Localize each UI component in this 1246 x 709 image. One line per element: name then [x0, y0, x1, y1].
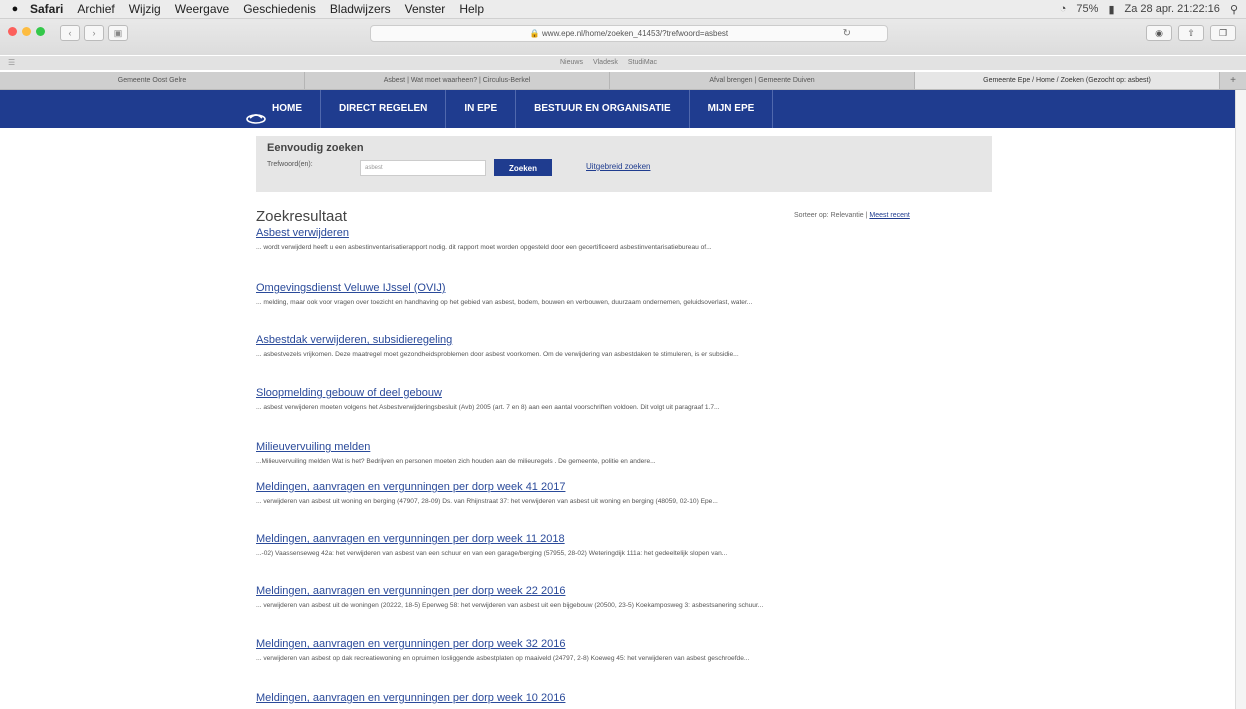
result-item: Milieuvervuiling melden ...Milieuvervuil…	[256, 441, 996, 467]
tab-epe-search[interactable]: Gemeente Epe / Home / Zoeken (Gezocht op…	[915, 72, 1220, 89]
extension-icon[interactable]: ◉	[1146, 25, 1172, 41]
result-snippet: ... melding, maar ook voor vragen over t…	[256, 299, 753, 306]
nav-home[interactable]: HOME	[228, 90, 321, 128]
close-window-icon[interactable]	[8, 27, 17, 36]
result-snippet: ...Milieuvervuiling melden Wat is het? B…	[256, 458, 656, 465]
favorites-list: Nieuws Vladesk StudiMac	[560, 59, 657, 66]
mac-menubar: ● Safari Archief Wijzig Weergave Geschie…	[0, 0, 1246, 19]
favorite-item[interactable]: Vladesk	[593, 59, 618, 66]
sort-recent-link[interactable]: Meest recent	[869, 212, 909, 219]
favorites-bar: ☰ Nieuws Vladesk StudiMac	[0, 56, 1246, 70]
result-item: Meldingen, aanvragen en vergunningen per…	[256, 638, 996, 664]
back-button[interactable]: ‹	[60, 25, 80, 41]
battery-percentage: 75%	[1076, 3, 1099, 15]
results-heading: Zoekresultaat	[256, 208, 347, 225]
result-item: Asbestdak verwijderen, subsidieregeling …	[256, 334, 996, 360]
tab-bar: Gemeente Oost Gelre Asbest | Wat moet wa…	[0, 72, 1246, 90]
new-tab-button[interactable]: +	[1220, 72, 1246, 89]
clock[interactable]: Za 28 apr. 21:22:16	[1125, 3, 1220, 15]
nav-bestuur[interactable]: BESTUUR EN ORGANISATIE	[516, 90, 690, 128]
search-button[interactable]: Zoeken	[494, 159, 552, 176]
favorite-item[interactable]: Nieuws	[560, 59, 583, 66]
menu-weergave[interactable]: Weergave	[175, 2, 229, 16]
site-navigation: HOME DIRECT REGELEN IN EPE BESTUUR EN OR…	[0, 90, 1236, 128]
advanced-search-link[interactable]: Uitgebreid zoeken	[586, 162, 650, 171]
tab-duiven[interactable]: Afval brengen | Gemeente Duiven	[610, 72, 915, 89]
menu-geschiedenis[interactable]: Geschiedenis	[243, 2, 316, 16]
forward-button[interactable]: ›	[84, 25, 104, 41]
result-title-link[interactable]: Milieuvervuiling melden	[256, 441, 996, 454]
lock-icon: 🔒	[529, 29, 540, 38]
result-title-link[interactable]: Asbest verwijderen	[256, 227, 996, 240]
result-snippet: ... verwijderen van asbest op dak recrea…	[256, 655, 750, 662]
nav-home-label: HOME	[272, 103, 302, 114]
result-snippet: ... asbest verwijderen moeten volgens he…	[256, 404, 720, 411]
toolbar-right: ◉ ⇧ ❐	[1146, 25, 1236, 41]
result-item: Meldingen, aanvragen en vergunningen per…	[256, 533, 996, 559]
tab-oost-gelre[interactable]: Gemeente Oost Gelre	[0, 72, 305, 89]
zoom-window-icon[interactable]	[36, 27, 45, 36]
window-controls	[8, 27, 45, 36]
result-title-link[interactable]: Meldingen, aanvragen en vergunningen per…	[256, 585, 996, 598]
share-icon[interactable]: ⇧	[1178, 25, 1204, 41]
result-item: Meldingen, aanvragen en vergunningen per…	[256, 481, 996, 507]
wifi-icon[interactable]: ◔	[1060, 3, 1067, 15]
battery-icon[interactable]: ▮	[1108, 3, 1114, 16]
result-item: Meldingen, aanvragen en vergunningen per…	[256, 585, 996, 611]
search-panel-title: Eenvoudig zoeken	[267, 142, 364, 154]
result-item: Omgevingsdienst Veluwe IJssel (OVIJ) ...…	[256, 282, 996, 308]
browser-toolbar: ‹ › ▣ 🔒 www.epe.nl/home/zoeken_41453/?tr…	[0, 19, 1246, 55]
nav-mijn-epe[interactable]: MIJN EPE	[690, 90, 774, 128]
result-snippet: ... wordt verwijderd heeft u een asbesti…	[256, 244, 712, 251]
result-snippet: ... verwijderen van asbest uit de woning…	[256, 602, 764, 609]
tab-circulus-berkel[interactable]: Asbest | Wat moet waarheen? | Circulus-B…	[305, 72, 610, 89]
search-icon[interactable]: ⚲	[1230, 3, 1238, 16]
menu-venster[interactable]: Venster	[405, 2, 446, 16]
result-title-link[interactable]: Omgevingsdienst Veluwe IJssel (OVIJ)	[256, 282, 996, 295]
bookmarks-icon[interactable]: ☰	[8, 58, 15, 67]
result-title-link[interactable]: Meldingen, aanvragen en vergunningen per…	[256, 692, 996, 705]
epe-logo-icon	[246, 103, 266, 124]
apple-icon[interactable]: ●	[0, 3, 30, 15]
menu-bladwijzers[interactable]: Bladwijzers	[330, 2, 391, 16]
reload-icon[interactable]: ↻	[843, 26, 851, 41]
sort-controls: Sorteer op: Relevantie | Meest recent	[794, 212, 910, 219]
favorite-item[interactable]: StudiMac	[628, 59, 657, 66]
nav-direct-regelen[interactable]: DIRECT REGELEN	[321, 90, 447, 128]
tabs-overview-icon[interactable]: ❐	[1210, 25, 1236, 41]
nav-buttons: ‹ › ▣	[60, 25, 128, 41]
sidebar-toggle-button[interactable]: ▣	[108, 25, 128, 41]
result-title-link[interactable]: Meldingen, aanvragen en vergunningen per…	[256, 638, 996, 651]
menubar-status: ◔ 75% ▮ Za 28 apr. 21:22:16 ⚲	[1060, 0, 1238, 18]
result-item: Asbest verwijderen ... wordt verwijderd …	[256, 227, 996, 253]
menu-app[interactable]: Safari	[30, 2, 63, 16]
menu-help[interactable]: Help	[459, 2, 484, 16]
result-item: Meldingen, aanvragen en vergunningen per…	[256, 692, 996, 705]
result-snippet: ... verwijderen van asbest uit woning en…	[256, 498, 718, 505]
address-bar[interactable]: 🔒 www.epe.nl/home/zoeken_41453/?trefwoor…	[370, 25, 888, 42]
menu-wijzig[interactable]: Wijzig	[129, 2, 161, 16]
url-text: www.epe.nl/home/zoeken_41453/?trefwoord=…	[542, 29, 729, 38]
nav-in-epe[interactable]: IN EPE	[446, 90, 517, 128]
result-snippet: ... asbestvezels vrijkomen. Deze maatreg…	[256, 351, 739, 358]
sort-relevance[interactable]: Sorteer op: Relevantie |	[794, 212, 867, 219]
result-title-link[interactable]: Sloopmelding gebouw of deel gebouw	[256, 387, 996, 400]
simple-search-panel: Eenvoudig zoeken Trefwoord(en): Zoeken U…	[256, 136, 992, 192]
result-item: Sloopmelding gebouw of deel gebouw ... a…	[256, 387, 996, 413]
menu-archief[interactable]: Archief	[77, 2, 114, 16]
result-title-link[interactable]: Meldingen, aanvragen en vergunningen per…	[256, 481, 996, 494]
site-nav-items: HOME DIRECT REGELEN IN EPE BESTUUR EN OR…	[228, 90, 774, 128]
keyword-input[interactable]	[360, 160, 486, 176]
keyword-label: Trefwoord(en):	[267, 161, 313, 168]
page-scrollbar[interactable]	[1235, 90, 1246, 709]
result-title-link[interactable]: Asbestdak verwijderen, subsidieregeling	[256, 334, 996, 347]
minimize-window-icon[interactable]	[22, 27, 31, 36]
result-title-link[interactable]: Meldingen, aanvragen en vergunningen per…	[256, 533, 996, 546]
result-snippet: ...-02) Vaassenseweg 42a: het verwijdere…	[256, 550, 728, 557]
